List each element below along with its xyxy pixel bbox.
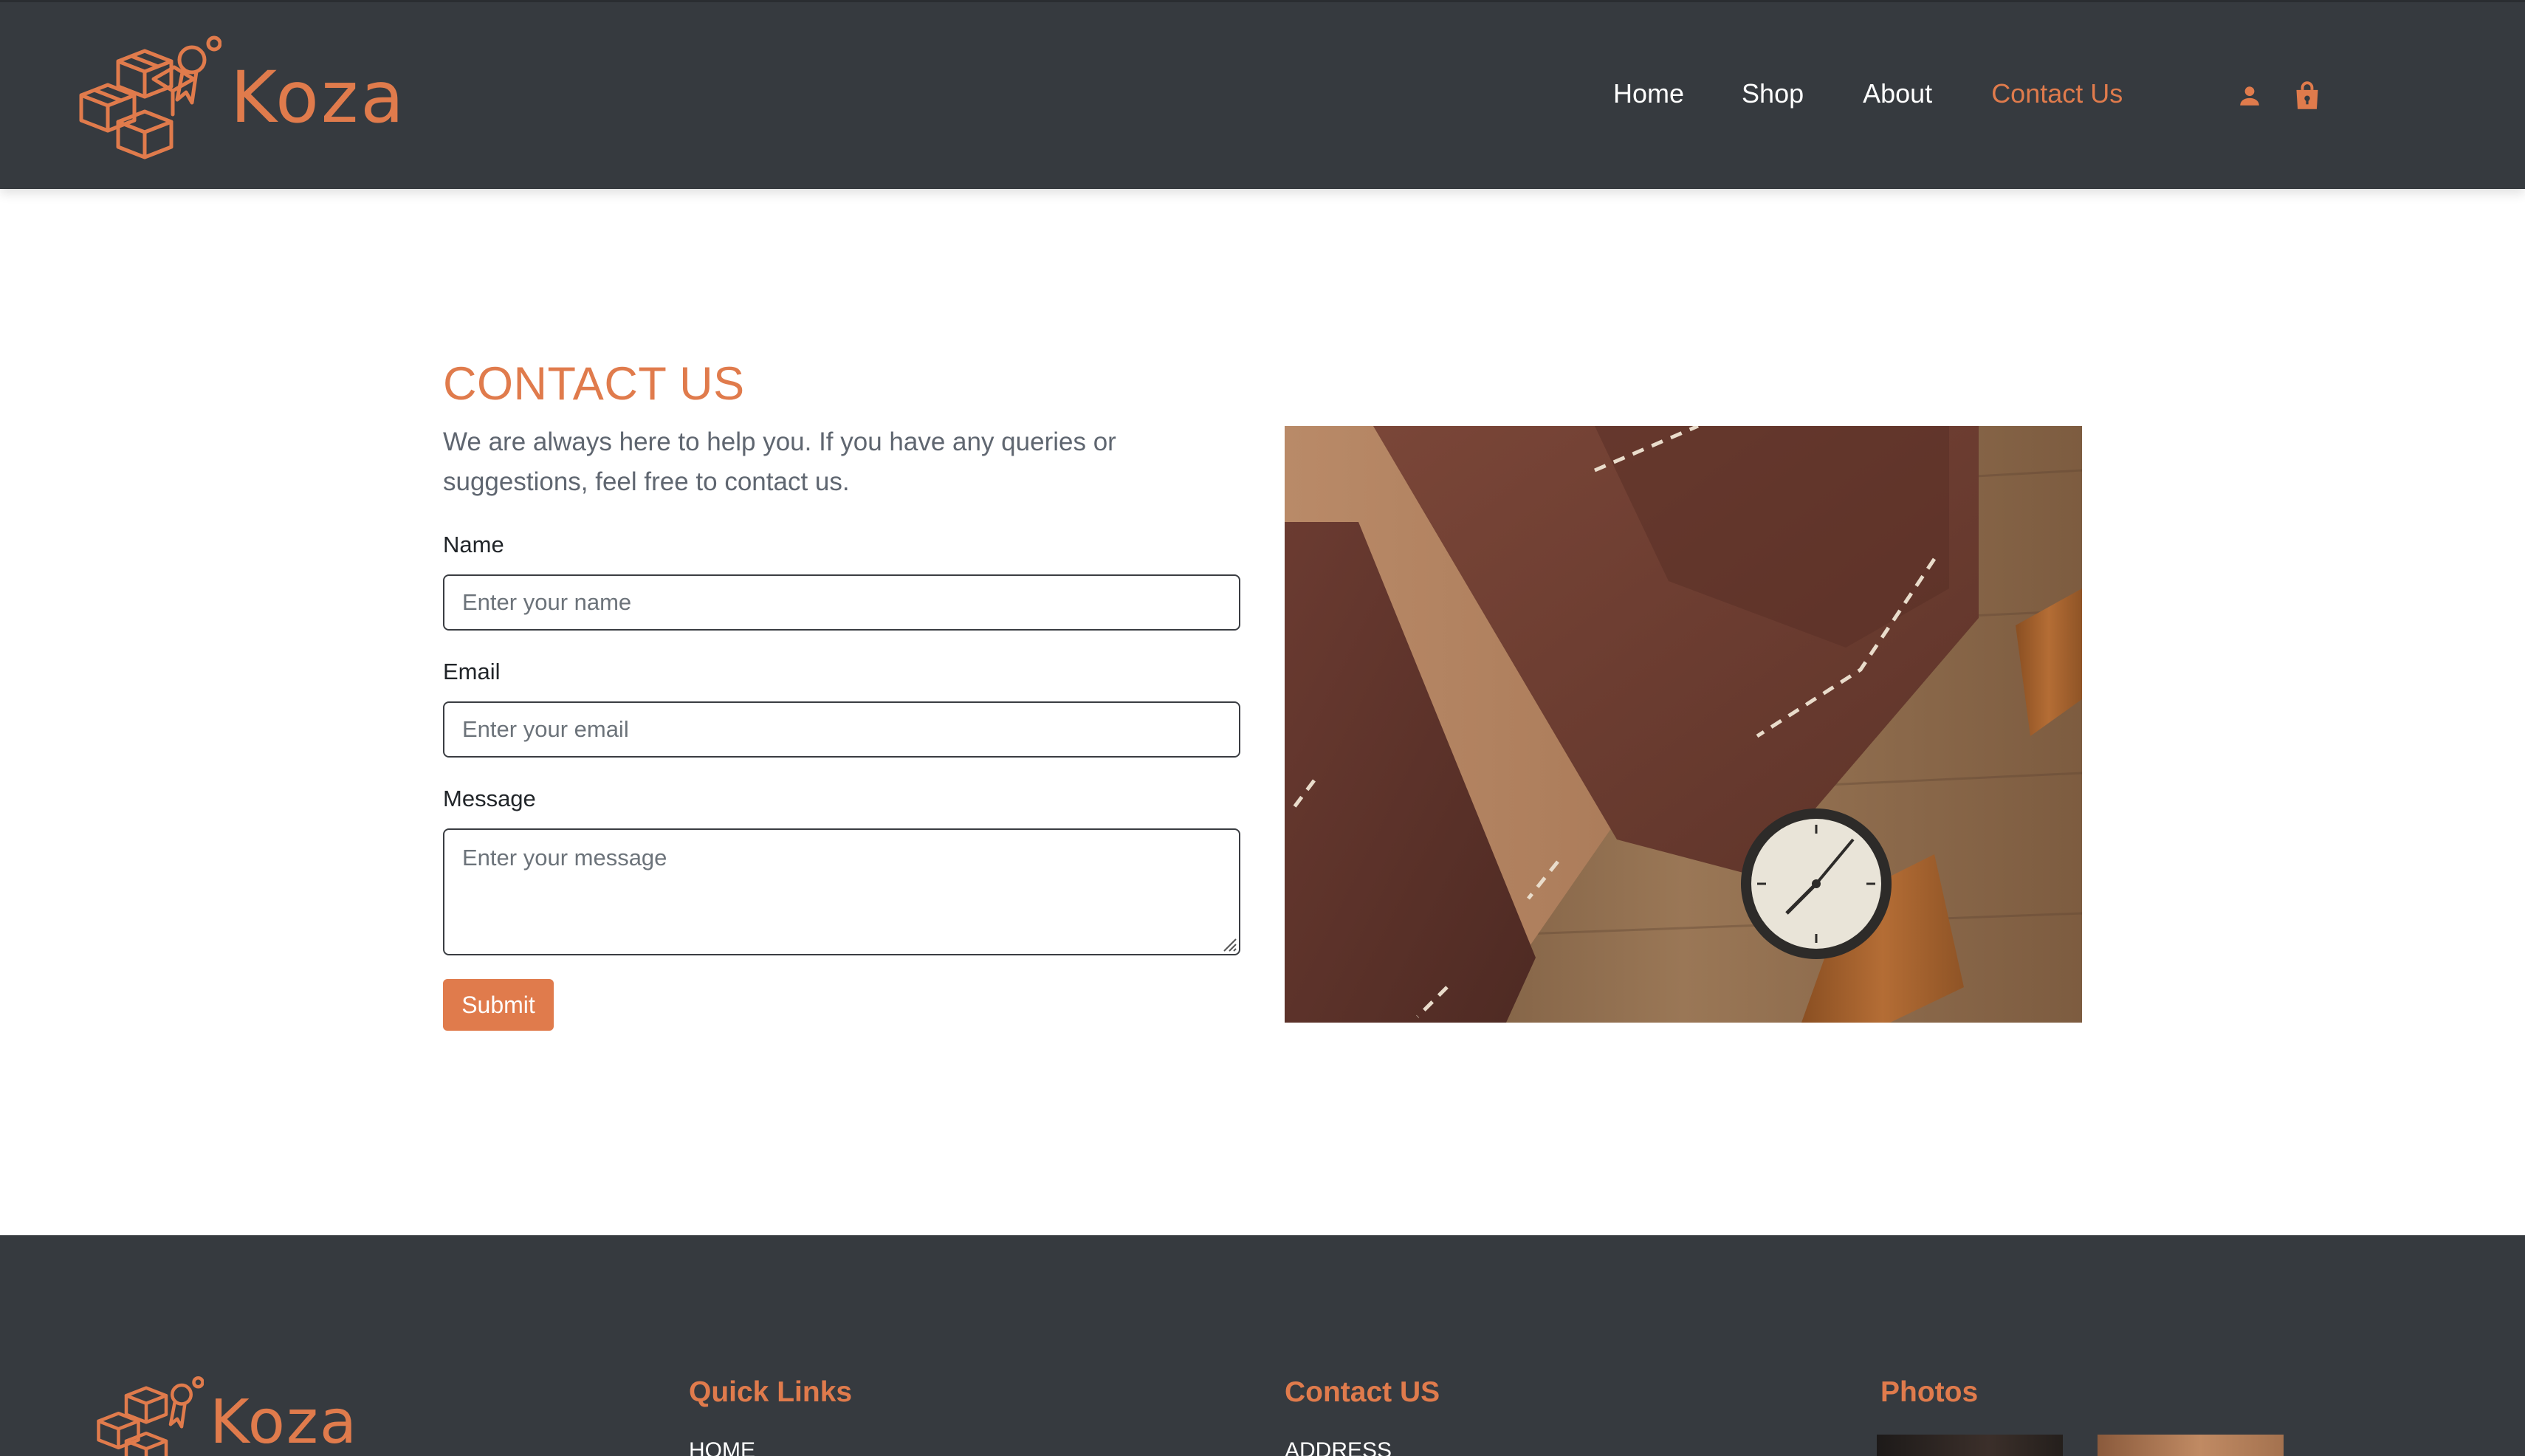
boxes-logo-icon (79, 35, 221, 159)
footer-contact-heading: Contact US (1285, 1376, 1440, 1408)
site-footer: Koza Quick Links HOME Contact US ADDRESS… (0, 1235, 2525, 1456)
footer-address-label: ADDRESS (1285, 1438, 1392, 1456)
nav-shop[interactable]: Shop (1742, 78, 1804, 110)
footer-link-home[interactable]: HOME (689, 1438, 755, 1456)
email-input[interactable] (443, 701, 1240, 758)
quick-links-heading: Quick Links (689, 1376, 853, 1408)
photos-heading: Photos (1880, 1376, 1979, 1408)
site-header: Koza Home Shop About Contact Us (0, 0, 2525, 189)
footer-photo-thumbnail[interactable] (2098, 1435, 2284, 1456)
main-nav: Home Shop About Contact Us (1613, 78, 2123, 110)
shopping-bag-icon[interactable] (2290, 79, 2324, 113)
resize-grip-icon[interactable] (1220, 935, 1237, 952)
logo[interactable]: Koza (74, 35, 406, 160)
nav-home[interactable]: Home (1613, 78, 1684, 110)
contact-intro: We are always here to help you. If you h… (443, 427, 1116, 496)
leather-wallet-and-watch-photo (1285, 426, 2082, 1023)
page-title: CONTACT US (443, 358, 745, 410)
footer-logo[interactable]: Koza (93, 1376, 358, 1456)
message-textarea[interactable] (443, 828, 1240, 955)
footer-photo-thumbnail[interactable] (1877, 1435, 2063, 1456)
name-label: Name (443, 532, 504, 557)
email-label: Email (443, 659, 501, 684)
footer-logo-text: Koza (210, 1387, 359, 1456)
nav-about[interactable]: About (1863, 78, 1932, 110)
boxes-logo-icon (97, 1376, 204, 1456)
submit-button[interactable]: Submit (443, 979, 554, 1031)
user-icon[interactable] (2233, 79, 2267, 113)
nav-contact-us[interactable]: Contact Us (1991, 78, 2123, 110)
message-label: Message (443, 786, 536, 811)
name-input[interactable] (443, 574, 1240, 631)
logo-text: Koza (230, 56, 407, 139)
